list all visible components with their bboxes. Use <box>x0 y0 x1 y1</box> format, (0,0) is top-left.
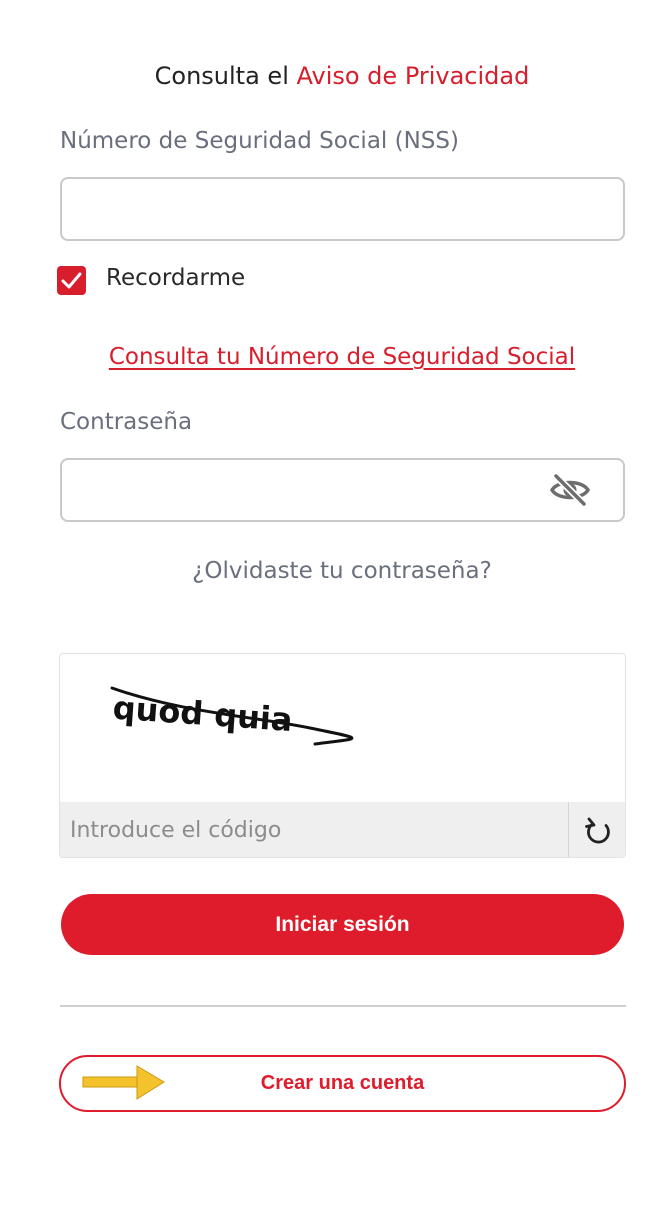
arrow-right-icon <box>82 1065 165 1100</box>
refresh-icon <box>585 817 610 844</box>
forgot-password-link[interactable]: ¿Olvidaste tu contraseña? <box>0 558 659 584</box>
privacy-notice-line: Consulta el Aviso de Privacidad <box>0 62 659 90</box>
captcha-image: quod quia <box>110 686 354 746</box>
remember-checkbox[interactable] <box>57 266 86 295</box>
checkmark-icon <box>61 272 82 289</box>
captcha-refresh-button[interactable] <box>568 802 625 857</box>
password-input[interactable] <box>60 458 625 522</box>
privacy-notice-link[interactable]: Aviso de Privacidad <box>296 62 529 90</box>
privacy-prefix: Consulta el <box>154 62 297 90</box>
login-button[interactable]: Iniciar sesión <box>61 894 624 955</box>
captcha-input-row <box>60 802 625 857</box>
divider <box>60 1005 626 1007</box>
nss-input[interactable] <box>60 177 625 241</box>
password-label: Contraseña <box>60 409 193 435</box>
remember-label[interactable]: Recordarme <box>106 265 245 291</box>
captcha-widget: quod quia <box>59 653 626 858</box>
nss-label: Número de Seguridad Social (NSS) <box>60 128 459 154</box>
eye-slash-icon[interactable] <box>548 472 592 508</box>
nss-lookup-link[interactable]: Consulta tu Número de Seguridad Social <box>0 344 659 370</box>
captcha-input[interactable] <box>60 802 588 857</box>
